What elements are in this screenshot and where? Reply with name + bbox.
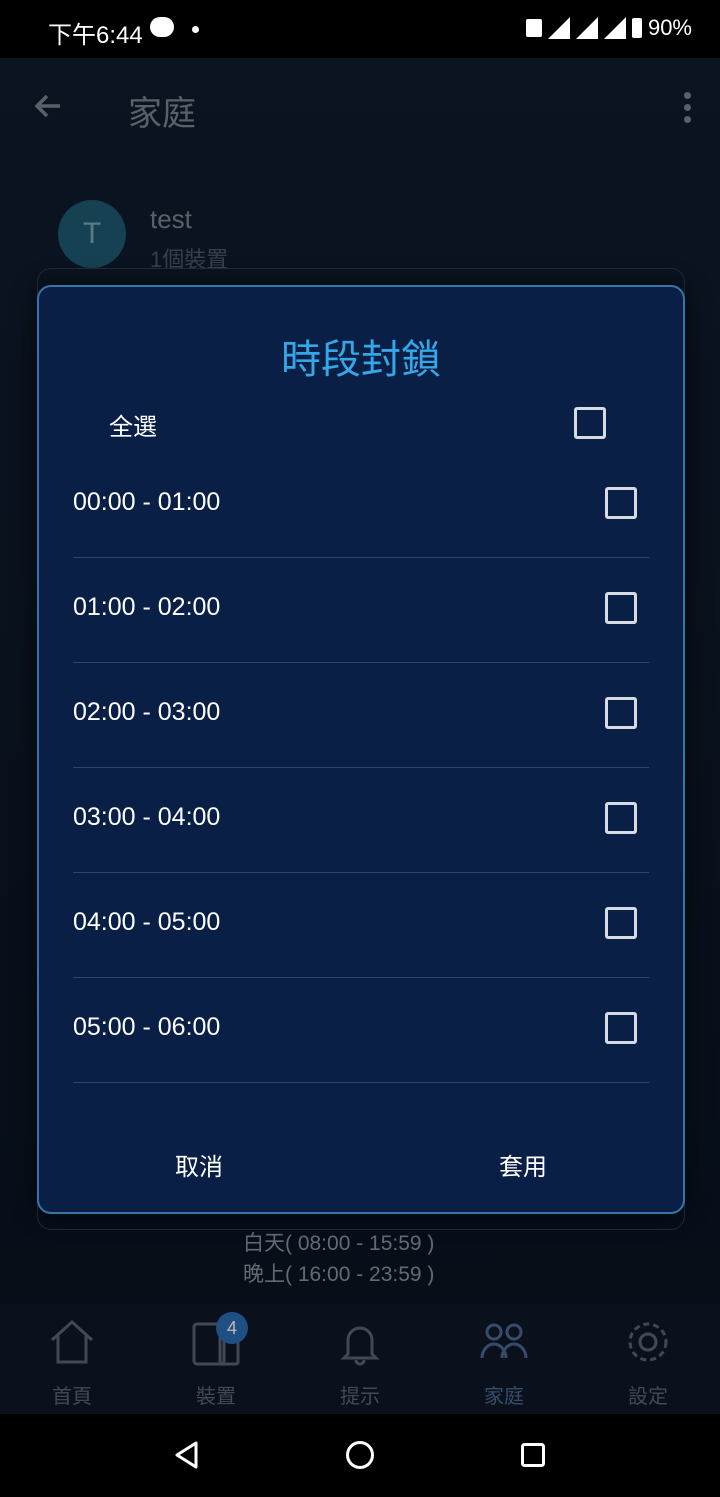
time-slot-label: 03:00 - 04:00 <box>73 803 221 831</box>
system-navigation-bar <box>0 1414 720 1497</box>
status-bar: 下午6:44 90% <box>0 0 720 58</box>
time-slot-checkbox[interactable] <box>605 1012 637 1044</box>
system-home-icon[interactable] <box>345 1440 375 1470</box>
time-slot-checkbox[interactable] <box>605 487 637 519</box>
time-slot-checkbox[interactable] <box>605 592 637 624</box>
vibrate-icon <box>525 19 542 37</box>
time-slot-row[interactable]: 05:00 - 06:00 <box>73 977 649 1083</box>
battery-level: 90% <box>647 15 692 40</box>
time-slot-label: 05:00 - 06:00 <box>73 1013 221 1041</box>
time-slot-row[interactable]: 04:00 - 05:00 <box>73 872 649 978</box>
line-app-icon <box>150 17 174 37</box>
signal-icon <box>575 17 598 39</box>
select-all-checkbox[interactable] <box>574 407 606 439</box>
wifi-icon <box>547 17 570 39</box>
time-slot-row[interactable]: 02:00 - 03:00 <box>73 662 649 768</box>
time-slot-checkbox[interactable] <box>605 802 637 834</box>
time-slot-label: 04:00 - 05:00 <box>73 908 221 936</box>
time-slot-label: 02:00 - 03:00 <box>73 698 221 726</box>
signal-2-icon <box>603 17 626 39</box>
system-recents-icon[interactable] <box>521 1443 545 1467</box>
notification-dot-icon <box>192 26 199 33</box>
select-all-label: 全選 <box>109 414 157 441</box>
time-slot-checkbox[interactable] <box>605 697 637 729</box>
apply-button[interactable]: 套用 <box>499 1147 547 1182</box>
cancel-button[interactable]: 取消 <box>175 1147 223 1182</box>
time-slot-checkbox[interactable] <box>605 907 637 939</box>
status-time: 下午6:44 <box>48 22 143 49</box>
time-slot-label: 01:00 - 02:00 <box>73 593 221 621</box>
system-back-icon[interactable] <box>172 1440 202 1475</box>
time-slot-row[interactable]: 00:00 - 01:00 <box>73 452 649 558</box>
time-slot-row[interactable]: 03:00 - 04:00 <box>73 767 649 873</box>
time-block-dialog: 時段封鎖 全選 00:00 - 01:00 01:00 - 02:00 02:0… <box>37 285 685 1214</box>
time-slot-label: 00:00 - 01:00 <box>73 488 221 516</box>
time-slot-row[interactable]: 01:00 - 02:00 <box>73 557 649 663</box>
battery-icon <box>631 18 642 38</box>
dialog-title: 時段封鎖 <box>281 338 441 382</box>
status-right: 90% <box>525 15 692 41</box>
